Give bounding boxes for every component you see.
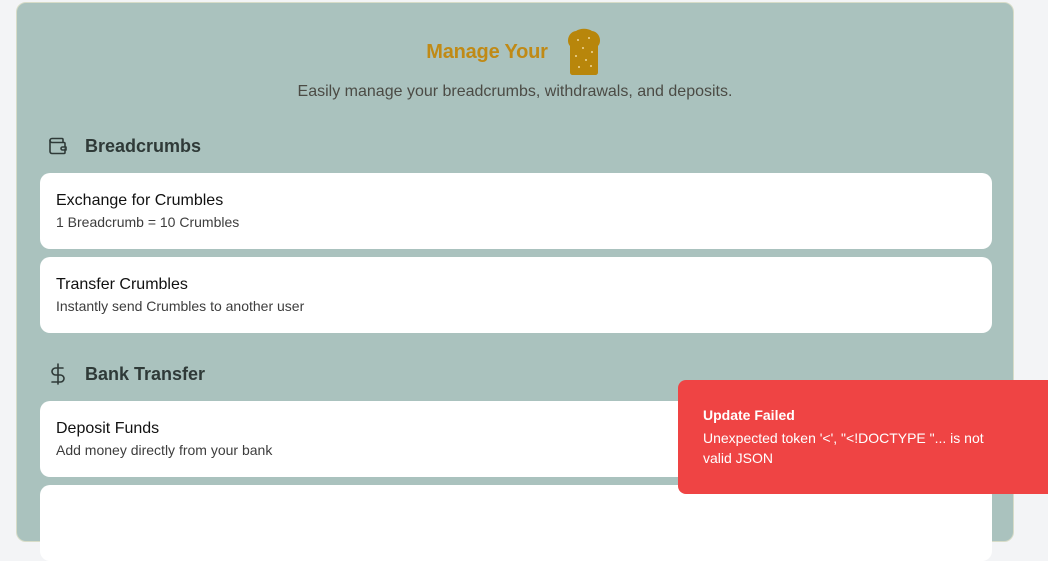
page-title: Manage Your	[426, 40, 548, 63]
toast-title: Update Failed	[703, 407, 795, 423]
section-bank-transfer-heading: Bank Transfer	[47, 363, 205, 385]
page-subtitle: Easily manage your breadcrumbs, withdraw…	[297, 83, 733, 100]
card-description: 1 Breadcrumb = 10 Crumbles	[56, 214, 240, 230]
card-exchange-crumbles[interactable]: Exchange for Crumbles 1 Breadcrumb = 10 …	[40, 173, 992, 249]
error-toast[interactable]: Update Failed Unexpected token '<', "<!D…	[678, 380, 1048, 494]
card-transfer-crumbles[interactable]: Transfer Crumbles Instantly send Crumble…	[40, 257, 992, 333]
section-heading-label: Bank Transfer	[85, 363, 206, 384]
toast-message: Unexpected token '<', "<!DOCTYPE "... is…	[703, 430, 984, 466]
card-description: Instantly send Crumbles to another user	[56, 298, 305, 314]
card-title: Transfer Crumbles	[56, 276, 188, 293]
card-title: Exchange for Crumbles	[56, 192, 224, 209]
card-partial[interactable]	[40, 485, 992, 561]
dollar-icon	[47, 363, 69, 385]
header: Manage Your	[17, 27, 1013, 77]
section-breadcrumbs-heading: Breadcrumbs	[47, 135, 201, 157]
section-heading-label: Breadcrumbs	[85, 135, 202, 156]
bread-toast-icon	[564, 28, 604, 76]
wallet-icon	[47, 135, 69, 157]
